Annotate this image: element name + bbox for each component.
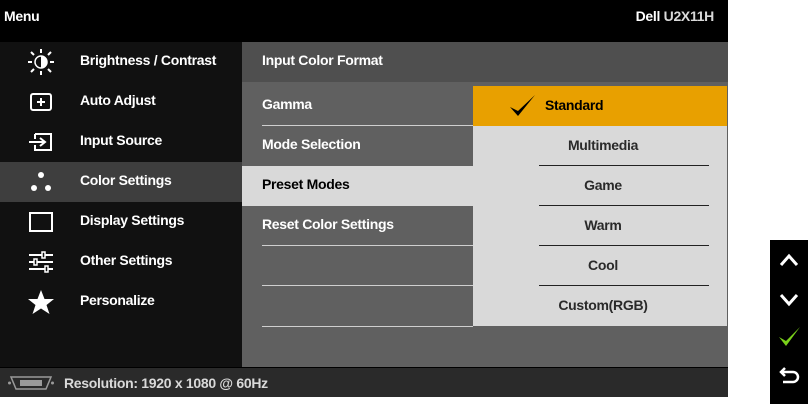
menu-title: Menu	[4, 8, 40, 24]
model-name: U2X11H	[663, 8, 715, 24]
submenu-item-label: Mode Selection	[262, 136, 361, 152]
sidebar-item-label: Personalize	[80, 292, 155, 308]
monitor-osd-menu: Menu Dell U2X11H Brightness / Contrast A…	[0, 0, 728, 397]
submenu-empty-row	[242, 246, 474, 286]
sidebar-item-label: Input Source	[80, 132, 162, 148]
submenu-item-label: Preset Modes	[262, 176, 350, 192]
preset-option-custom-rgb[interactable]: Custom(RGB)	[473, 286, 727, 326]
submenu-item-gamma[interactable]: Gamma	[242, 86, 474, 126]
brand-label: Dell U2X11H	[635, 8, 715, 24]
submenu-item-label: Gamma	[262, 96, 312, 112]
submenu-item-label: Input Color Format	[262, 52, 383, 68]
up-arrow-icon[interactable]	[776, 248, 802, 274]
sidebar-item-label: Color Settings	[80, 172, 172, 188]
check-icon[interactable]	[776, 324, 802, 350]
submenu-item-preset-modes[interactable]: Preset Modes	[242, 166, 474, 206]
osd-navigation-buttons	[770, 240, 808, 404]
preset-option-label: Multimedia	[567, 137, 639, 153]
main-menu-sidebar: Brightness / Contrast Auto Adjust Input …	[0, 42, 242, 367]
sidebar-item-personalize[interactable]: Personalize	[0, 282, 242, 322]
sidebar-item-label: Display Settings	[80, 212, 185, 228]
preset-option-multimedia[interactable]: Multimedia	[473, 126, 727, 166]
sidebar-item-input-source[interactable]: Input Source	[0, 122, 242, 162]
brand-name: Dell	[635, 8, 661, 24]
preset-option-label: Warm	[584, 217, 622, 233]
submenu-item-input-color-format[interactable]: Input Color Format	[242, 42, 728, 82]
preset-option-game[interactable]: Game	[473, 166, 727, 206]
sidebar-item-display-settings[interactable]: Display Settings	[0, 202, 242, 242]
divider	[262, 326, 473, 327]
sidebar-item-label: Other Settings	[80, 252, 173, 268]
preset-option-cool[interactable]: Cool	[473, 246, 727, 286]
preset-option-warm[interactable]: Warm	[473, 206, 727, 246]
preset-option-label: Custom(RGB)	[558, 297, 648, 313]
submenu-item-mode-selection[interactable]: Mode Selection	[242, 126, 474, 166]
down-arrow-icon[interactable]	[776, 286, 802, 312]
sidebar-item-brightness-contrast[interactable]: Brightness / Contrast	[0, 42, 242, 82]
other-settings-icon	[29, 251, 53, 273]
submenu-item-reset-color-settings[interactable]: Reset Color Settings	[242, 206, 474, 246]
vga-connector-icon	[8, 376, 54, 390]
star-icon	[28, 290, 54, 314]
color-settings-icon	[31, 172, 51, 191]
sidebar-item-label: Brightness / Contrast	[80, 52, 217, 68]
preset-option-label: Cool	[588, 257, 618, 273]
preset-option-label: Game	[584, 177, 622, 193]
sidebar-item-other-settings[interactable]: Other Settings	[0, 242, 242, 282]
preset-option-standard[interactable]: Standard	[473, 86, 727, 126]
checkmark-icon	[510, 95, 535, 116]
submenu-item-label: Reset Color Settings	[262, 216, 394, 232]
resolution-text: Resolution: 1920 x 1080 @ 60Hz	[64, 375, 268, 391]
display-settings-icon	[29, 212, 53, 232]
osd-header: Menu Dell U2X11H	[0, 0, 728, 34]
sidebar-item-color-settings[interactable]: Color Settings	[0, 162, 242, 202]
input-source-icon	[29, 133, 52, 151]
divider	[262, 285, 474, 286]
back-icon[interactable]	[776, 364, 802, 390]
preset-option-label: Standard	[545, 97, 604, 113]
preset-modes-list: Standard Multimedia Game Warm Cool Custo…	[473, 86, 727, 326]
auto-adjust-icon	[30, 93, 52, 111]
sidebar-item-label: Auto Adjust	[80, 92, 156, 108]
status-bar: Resolution: 1920 x 1080 @ 60Hz	[0, 368, 728, 397]
sidebar-item-auto-adjust[interactable]: Auto Adjust	[0, 82, 242, 122]
brightness-icon	[28, 49, 54, 75]
